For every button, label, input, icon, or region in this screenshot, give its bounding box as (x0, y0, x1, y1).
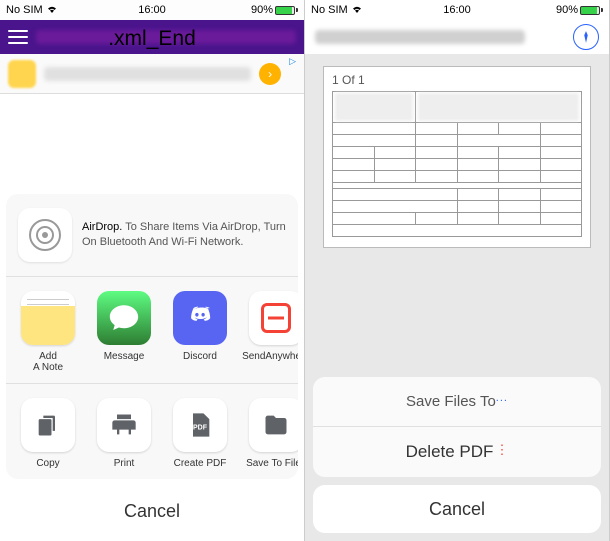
header-title-blurred (315, 30, 525, 44)
save-label: Save Files To (406, 393, 496, 410)
clock: 16:00 (138, 4, 166, 16)
menu-icon[interactable] (8, 30, 28, 44)
battery-percent: 90% (251, 4, 273, 16)
menu-indicator-icon: ⋮ (495, 442, 508, 458)
print-icon (97, 398, 151, 452)
delete-label: Delete PDF (406, 442, 494, 462)
share-apps-row: Add A Note Message Discord SendAnyw (6, 277, 298, 383)
share-app-notes[interactable]: Add A Note (10, 291, 86, 373)
airdrop-title: AirDrop. (82, 221, 122, 233)
app-header (305, 20, 609, 54)
app-header (0, 20, 304, 54)
compass-icon[interactable] (573, 24, 599, 50)
document-page: 1 Of 1 (323, 66, 591, 248)
ad-banner[interactable]: › ▷ (0, 54, 304, 94)
notes-icon (21, 291, 75, 345)
svg-text:PDF: PDF (193, 425, 208, 432)
share-sheet-panel: AirDrop. To Share Items Via AirDrop, Tur… (6, 194, 298, 479)
header-title-blurred (36, 30, 296, 44)
left-phone-screen: No SIM 16:00 90% .xml_End › ▷ AirDrop. T… (0, 0, 305, 541)
action-label: Print (114, 458, 135, 469)
carrier-label: No SIM (311, 4, 348, 16)
message-icon (97, 291, 151, 345)
share-sheet: AirDrop. To Share Items Via AirDrop, Tur… (6, 194, 298, 535)
action-copy[interactable]: Copy (10, 398, 86, 469)
battery-percent: 90% (556, 4, 578, 16)
invoice-table (332, 91, 582, 237)
airdrop-icon (18, 208, 72, 262)
discord-icon (173, 291, 227, 345)
pdf-icon: PDF (173, 398, 227, 452)
action-label: Create PDF (174, 458, 227, 469)
ad-choices-icon[interactable]: ▷ (289, 56, 296, 67)
action-sheet-panel: Save Files To... Delete PDF⋮ (313, 377, 601, 477)
action-create-pdf[interactable]: PDF Create PDF (162, 398, 238, 469)
wifi-icon (46, 4, 58, 17)
copy-icon (21, 398, 75, 452)
cancel-button[interactable]: Cancel (313, 485, 601, 533)
carrier-label: No SIM (6, 4, 43, 16)
airdrop-row[interactable]: AirDrop. To Share Items Via AirDrop, Tur… (6, 194, 298, 277)
save-files-to-button[interactable]: Save Files To... (313, 377, 601, 427)
ad-text-blurred (44, 67, 251, 81)
share-app-discord[interactable]: Discord (162, 291, 238, 373)
app-label: Add A Note (33, 351, 63, 373)
action-label: Copy (36, 458, 59, 469)
folder-icon (249, 398, 298, 452)
page-indicator: 1 Of 1 (332, 73, 582, 87)
ellipsis-icon: ... (496, 392, 508, 404)
clock: 16:00 (443, 4, 471, 16)
action-label: Save To Files (246, 458, 298, 469)
ad-arrow-icon[interactable]: › (259, 63, 281, 85)
action-save-to-files[interactable]: Save To Files (238, 398, 298, 469)
delete-pdf-button[interactable]: Delete PDF⋮ (313, 427, 601, 477)
action-sheet: Save Files To... Delete PDF⋮ Cancel (313, 377, 601, 533)
share-actions-row: Copy Print PDF Create PDF (6, 383, 298, 479)
share-app-message[interactable]: Message (86, 291, 162, 373)
action-print[interactable]: Print (86, 398, 162, 469)
app-label: Discord (183, 351, 217, 362)
share-app-sendanywhere[interactable]: SendAnywhere (238, 291, 298, 373)
ad-icon (8, 60, 36, 88)
status-bar: No SIM 16:00 90% (305, 0, 609, 20)
battery-icon (580, 6, 603, 15)
airdrop-text: AirDrop. To Share Items Via AirDrop, Tur… (82, 220, 286, 250)
wifi-icon (351, 4, 363, 17)
status-bar: No SIM 16:00 90% (0, 0, 304, 20)
sendanywhere-icon (249, 291, 298, 345)
battery-icon (275, 6, 298, 15)
app-label: Message (104, 351, 145, 362)
app-label: SendAnywhere (242, 351, 298, 362)
right-phone-screen: No SIM 16:00 90% 1 Of 1 (305, 0, 610, 541)
cancel-button[interactable]: Cancel (6, 487, 298, 535)
